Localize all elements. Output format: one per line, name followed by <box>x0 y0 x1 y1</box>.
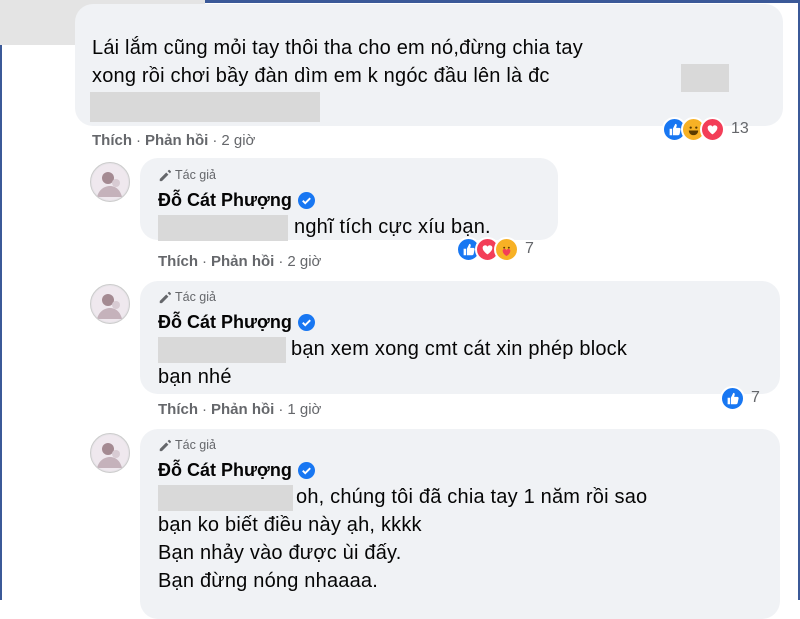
blurred-text <box>90 92 320 122</box>
separator: · <box>278 253 284 270</box>
blurred-text <box>158 337 286 363</box>
reply-link[interactable]: Phản hồi <box>211 401 274 418</box>
avatar[interactable] <box>90 284 130 324</box>
reply-link[interactable]: Phản hồi <box>211 253 274 270</box>
comment-text-line: Bạn đừng nóng nhaaaa. <box>158 570 379 592</box>
author-name[interactable]: Đỗ Cát Phượng <box>158 312 315 333</box>
avatar[interactable] <box>90 433 130 473</box>
blurred-text <box>158 485 293 511</box>
window-frame-left <box>0 0 2 600</box>
comment-actions: Thích · Phản hồi · 1 giờ <box>158 401 321 418</box>
badge-label: Tác giả <box>175 168 216 182</box>
verified-icon <box>297 314 315 331</box>
verified-icon <box>297 192 315 209</box>
comment-text-line: bạn xem xong cmt cát xin phép block <box>291 338 628 360</box>
comment-actions: Thích · Phản hồi · 2 giờ <box>92 132 255 149</box>
pencil-icon <box>159 439 172 452</box>
separator: · <box>212 132 218 149</box>
separator: · <box>278 401 284 418</box>
timestamp[interactable]: 2 giờ <box>221 132 255 149</box>
comment-text-line: oh, chúng tôi đã chia tay 1 năm rồi sao <box>296 486 648 508</box>
badge-label: Tác giả <box>175 438 216 452</box>
like-link[interactable]: Thích <box>158 401 198 418</box>
author-badge: Tác giả <box>158 438 216 452</box>
author-badge: Tác giả <box>158 290 216 304</box>
timestamp[interactable]: 1 giờ <box>287 401 321 418</box>
reaction-summary[interactable]: 7 <box>456 236 534 262</box>
separator: · <box>202 253 207 270</box>
author-name-text[interactable]: Đỗ Cát Phượng <box>158 460 292 481</box>
reaction-count: 7 <box>525 240 534 257</box>
reaction-count: 13 <box>731 120 749 137</box>
reply-link[interactable]: Phản hồi <box>145 132 208 149</box>
reaction-summary[interactable]: 13 <box>662 116 749 142</box>
badge-label: Tác giả <box>175 290 216 304</box>
verified-icon <box>297 462 315 479</box>
love-icon <box>700 116 725 142</box>
comment-text-line: bạn ko biết điều này ạh, kkkk <box>158 514 422 536</box>
author-name[interactable]: Đỗ Cát Phượng <box>158 460 315 481</box>
care-icon <box>494 236 519 262</box>
pencil-icon <box>159 169 172 182</box>
like-icon <box>720 385 745 411</box>
like-link[interactable]: Thích <box>92 132 132 149</box>
author-badge: Tác giả <box>158 168 216 182</box>
author-name-text[interactable]: Đỗ Cát Phượng <box>158 190 292 211</box>
blurred-text <box>681 64 729 92</box>
avatar[interactable] <box>90 162 130 202</box>
comment-text-line: Bạn nhảy vào được ùi đấy. <box>158 542 402 564</box>
separator: · <box>202 401 207 418</box>
comment-text-line: Lái lắm cũng mỏi tay thôi tha cho em nó,… <box>92 37 583 59</box>
timestamp[interactable]: 2 giờ <box>287 253 321 270</box>
comment-text-line: bạn nhé <box>158 366 232 388</box>
reaction-count: 7 <box>751 389 760 406</box>
author-name[interactable]: Đỗ Cát Phượng <box>158 190 315 211</box>
pencil-icon <box>159 291 172 304</box>
separator: · <box>136 132 141 149</box>
like-link[interactable]: Thích <box>158 253 198 270</box>
blurred-text <box>158 215 288 241</box>
author-name-text[interactable]: Đỗ Cát Phượng <box>158 312 292 333</box>
comment-text-line: xong rồi chơi bầy đàn dìm em k ngóc đầu … <box>92 65 550 87</box>
comment-actions: Thích · Phản hồi · 2 giờ <box>158 253 321 270</box>
reaction-summary[interactable]: 7 <box>720 385 760 411</box>
